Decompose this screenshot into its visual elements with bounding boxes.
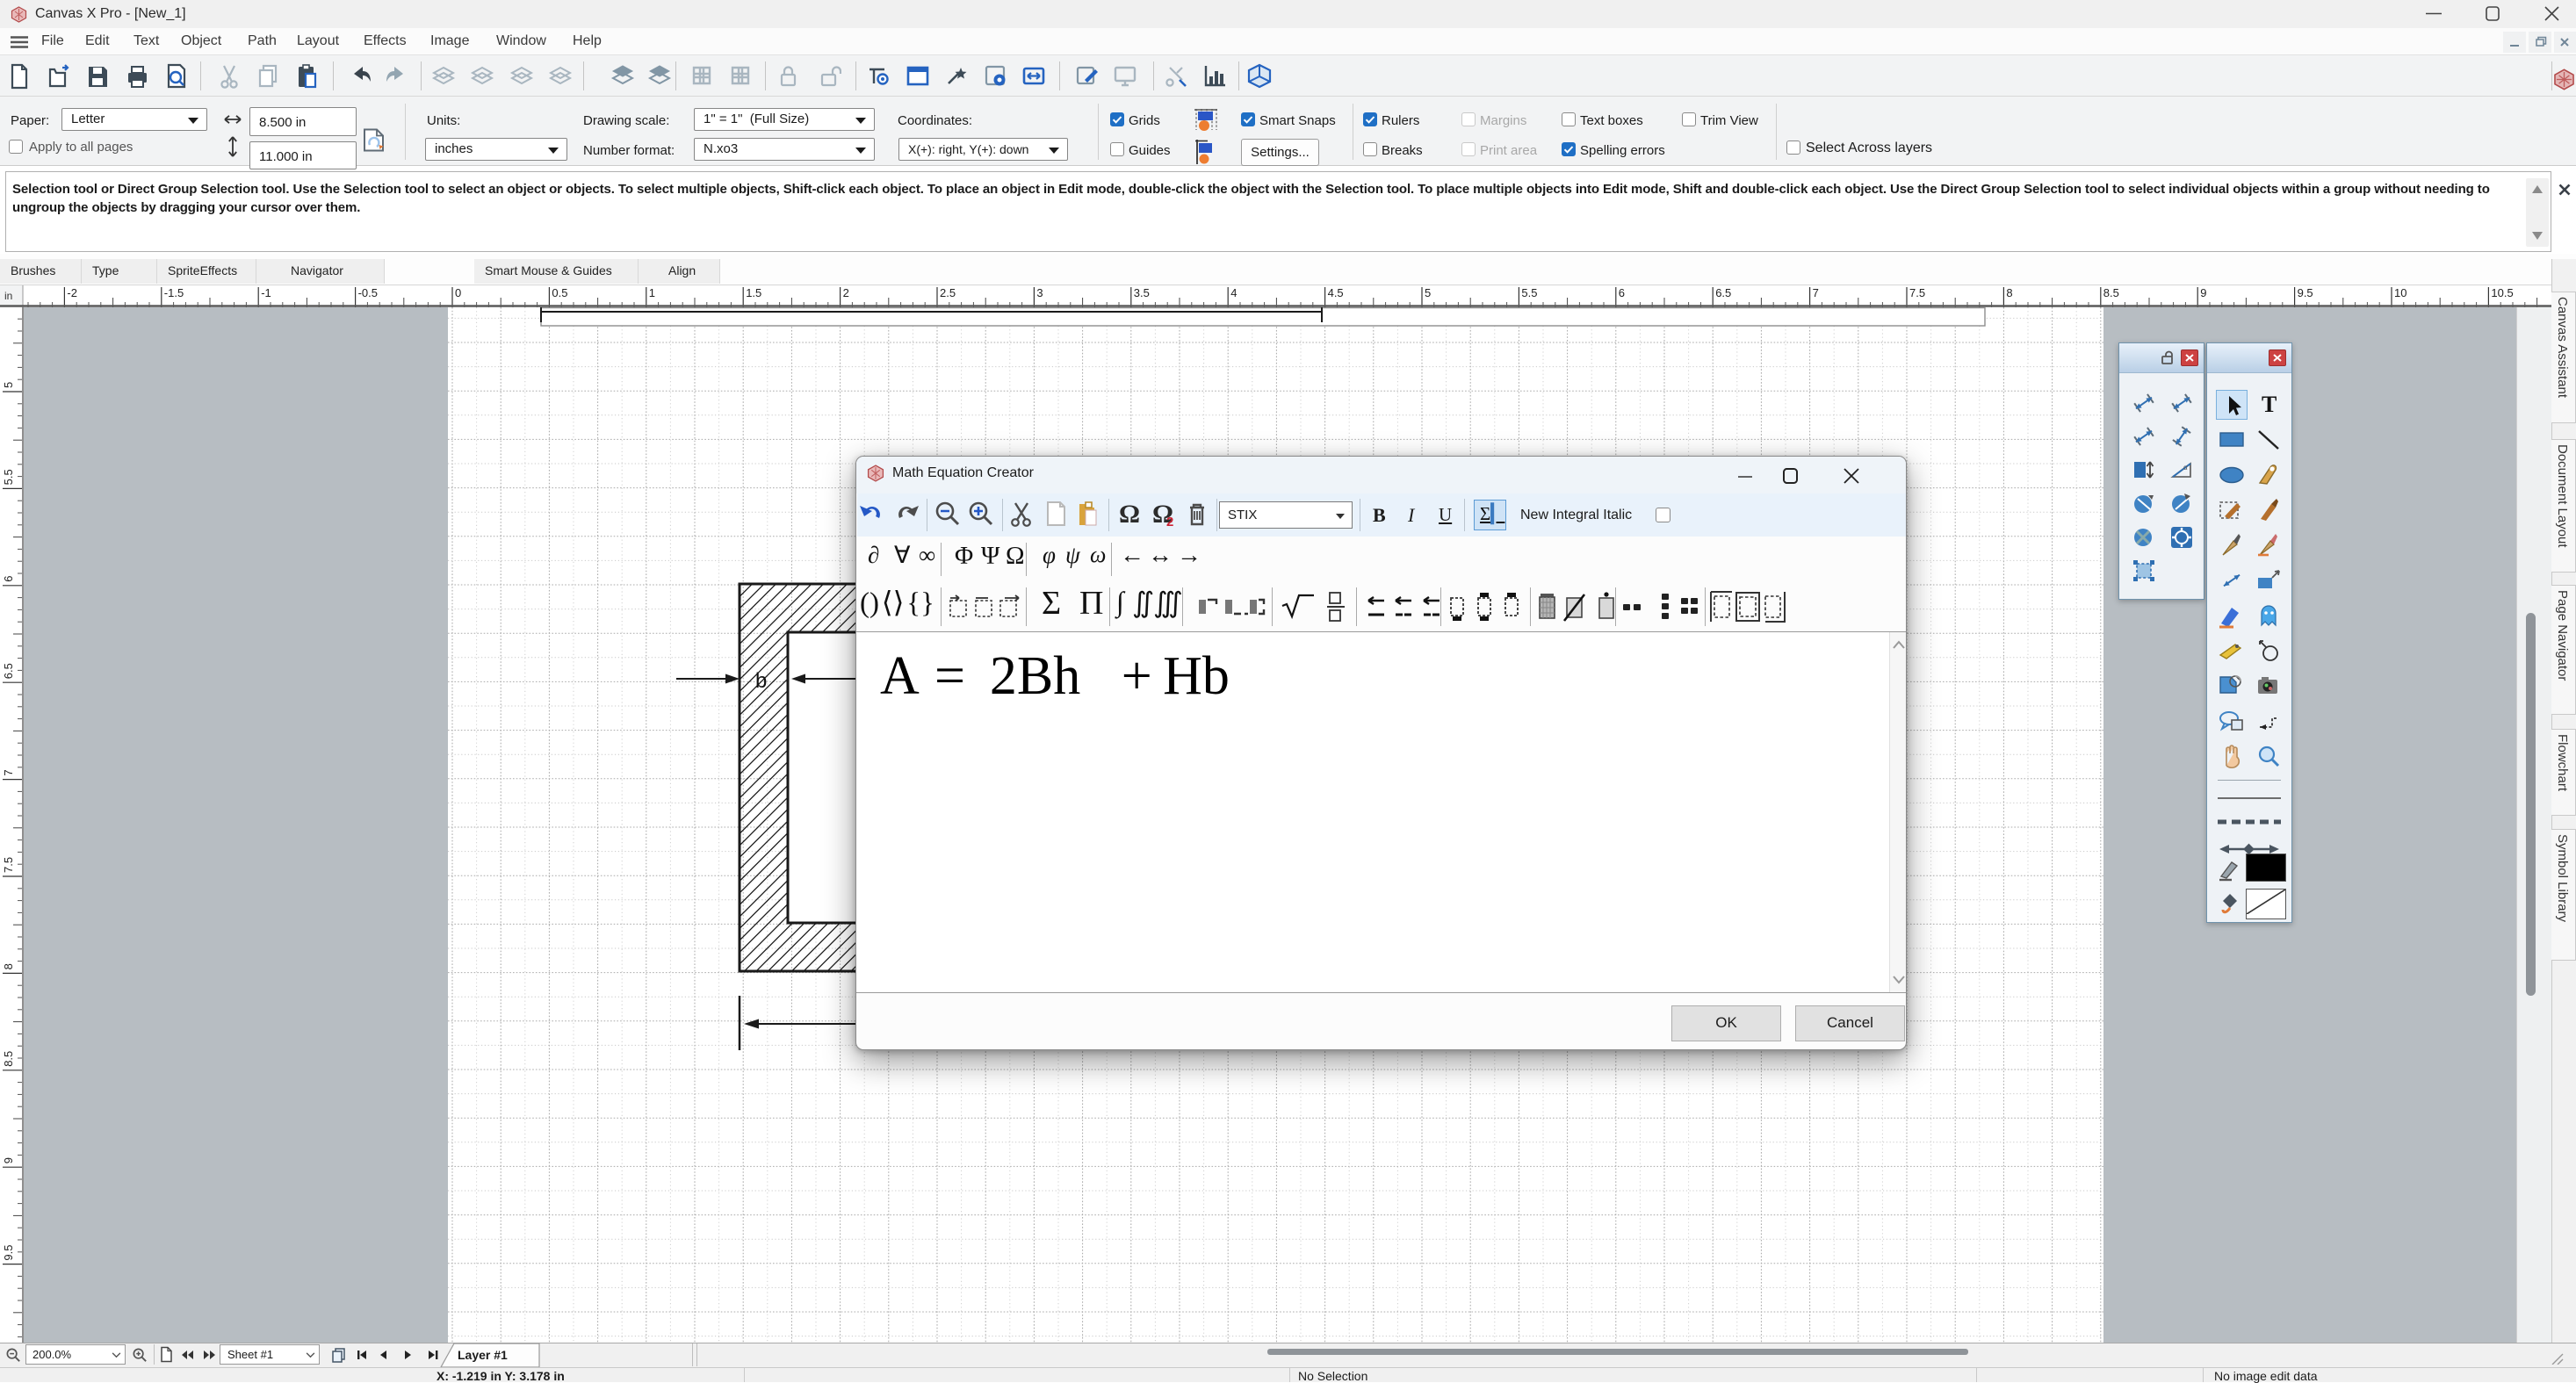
svg-text:5: 5	[2, 382, 15, 388]
svg-text:α: α	[2183, 464, 2188, 472]
svg-text:-1.5: -1.5	[164, 286, 184, 299]
svg-text:6.5: 6.5	[1715, 286, 1731, 299]
svg-text:4: 4	[1230, 286, 1237, 299]
svg-text:-0.5: -0.5	[358, 286, 378, 299]
svg-text:5.5: 5.5	[2, 469, 15, 485]
svg-text:4.5: 4.5	[1328, 286, 1344, 299]
svg-text:8.5: 8.5	[2, 1051, 15, 1067]
svg-text:10: 10	[2394, 286, 2406, 299]
svg-text:5: 5	[1425, 286, 1431, 299]
svg-text:5.5: 5.5	[1521, 286, 1537, 299]
svg-text:1: 1	[649, 286, 655, 299]
svg-text:9.5: 9.5	[2, 1245, 15, 1261]
svg-text:Layer #1: Layer #1	[458, 1348, 508, 1362]
svg-text:in: in	[4, 290, 12, 302]
svg-text:2.5: 2.5	[940, 286, 956, 299]
svg-text:3: 3	[1036, 286, 1043, 299]
svg-text:2: 2	[1166, 515, 1173, 529]
svg-text:6: 6	[1619, 286, 1625, 299]
svg-text:b: b	[755, 669, 767, 693]
svg-text:T: T	[2262, 392, 2277, 417]
svg-text:2: 2	[843, 286, 849, 299]
svg-text:6.5: 6.5	[2, 663, 15, 679]
svg-text:9.5: 9.5	[2298, 286, 2313, 299]
svg-text:8: 8	[2, 963, 15, 969]
svg-text:0.5: 0.5	[552, 286, 567, 299]
svg-text:7: 7	[2, 769, 15, 775]
svg-text:8: 8	[2006, 286, 2012, 299]
svg-text:7.5: 7.5	[2, 857, 15, 873]
svg-text:3.5: 3.5	[1134, 286, 1150, 299]
svg-text:9: 9	[2200, 286, 2206, 299]
svg-text:-1: -1	[261, 286, 271, 299]
svg-text:-2: -2	[67, 286, 77, 299]
svg-text:0: 0	[455, 286, 461, 299]
svg-text:1.5: 1.5	[746, 286, 761, 299]
svg-text:6: 6	[2, 576, 15, 582]
svg-text:7: 7	[1813, 286, 1819, 299]
svg-text:9: 9	[2, 1157, 15, 1163]
svg-text:Ω: Ω	[1119, 500, 1140, 529]
svg-text:10.5: 10.5	[2491, 286, 2513, 299]
svg-text:7.5: 7.5	[1909, 286, 1925, 299]
svg-text:8.5: 8.5	[2103, 286, 2119, 299]
